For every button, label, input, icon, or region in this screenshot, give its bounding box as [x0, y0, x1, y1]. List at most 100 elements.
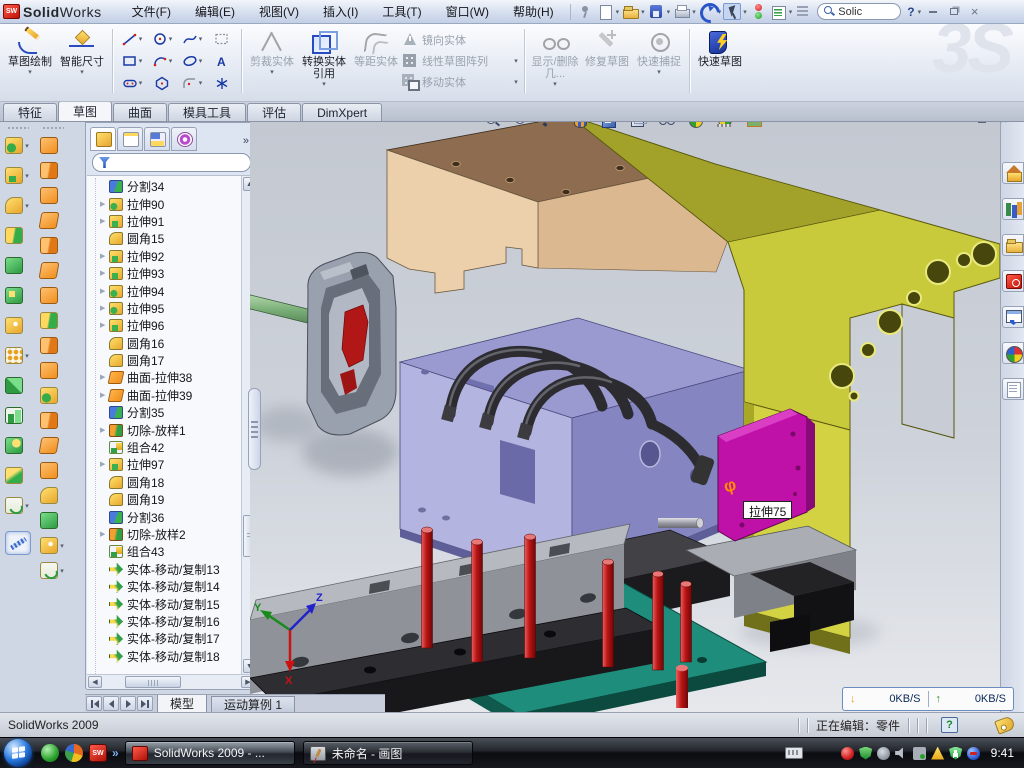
keyboard-layout-icon[interactable]: [785, 747, 803, 759]
draft-icon[interactable]: ▾: [5, 287, 31, 304]
quick-launch-messenger-icon[interactable]: [41, 744, 59, 762]
propertymanager-tab[interactable]: [117, 127, 143, 151]
configurationmanager-tab[interactable]: [144, 127, 170, 151]
polygon-tool-button[interactable]: [147, 72, 177, 94]
menu-item[interactable]: 工具(T): [370, 0, 433, 23]
tree-item[interactable]: ▶ 曲面-拉伸39: [100, 387, 241, 404]
security-shield-tray-icon[interactable]: [859, 747, 872, 760]
featuremanager-tab[interactable]: [90, 127, 116, 151]
taskbar-solidworks-button[interactable]: SolidWorks 2009 - ...: [125, 741, 295, 765]
tab-surfaces[interactable]: 曲面: [113, 103, 167, 121]
mirror-entities-button[interactable]: 镜向实体 ▾: [402, 29, 520, 50]
tree-item[interactable]: ▶ 实体-移动/复制16: [100, 613, 241, 630]
sketch-fillet-tool-button[interactable]: ▾: [177, 72, 207, 94]
measure-tool-button-pressed[interactable]: [5, 531, 31, 555]
tree-item[interactable]: ▶ 分割34: [100, 178, 241, 195]
smart-dimension-button[interactable]: 智能尺寸 ▾: [56, 27, 108, 77]
tree-item[interactable]: ▶ 圆角18: [100, 474, 241, 491]
repair-sketch-button[interactable]: 修复草图 ▾: [581, 27, 633, 77]
swept-surface-icon[interactable]: ▾: [40, 187, 66, 204]
new-document-button[interactable]: [596, 3, 614, 20]
select-tool-button[interactable]: [723, 3, 741, 20]
help-button[interactable]: ?: [905, 5, 916, 19]
rebuild-button[interactable]: [749, 3, 767, 20]
expander-icon[interactable]: ▶: [100, 461, 109, 468]
circle-tool-button[interactable]: ▾: [147, 28, 177, 50]
tree-item[interactable]: ▶ 拉伸94: [100, 282, 241, 299]
print-button[interactable]: [672, 3, 690, 20]
more-options-icon[interactable]: [794, 3, 812, 20]
tree-item[interactable]: ▶ 拉伸93: [100, 265, 241, 282]
selection-box-tool-button[interactable]: [207, 28, 237, 50]
previous-tab-button[interactable]: [103, 696, 119, 711]
solidworks-resources-icon[interactable]: [1002, 162, 1024, 184]
sync-tray-icon[interactable]: [967, 747, 980, 760]
tab-evaluate[interactable]: 评估: [247, 103, 301, 121]
swept-boss-icon[interactable]: ▾: [5, 227, 31, 244]
tree-item[interactable]: ▶ 分割35: [100, 404, 241, 421]
sketch-text-tool-button[interactable]: A: [207, 50, 237, 72]
linear-pattern-icon[interactable]: ▾: [5, 347, 31, 364]
trim-surface-icon[interactable]: ▾: [40, 437, 66, 454]
ruled-surface-icon[interactable]: ▾: [40, 337, 66, 354]
network-speed-widget[interactable]: ↓ 0KB/S ↑ 0KB/S: [842, 687, 1014, 711]
menu-item[interactable]: 文件(F): [120, 0, 183, 23]
tree-item[interactable]: ▶ 实体-移动/复制13: [100, 561, 241, 578]
pin-toolbar-icon[interactable]: [576, 3, 594, 20]
tree-item[interactable]: ▶ 拉伸96: [100, 317, 241, 334]
update-tray-icon[interactable]: [877, 747, 890, 760]
app-minimize-button[interactable]: [923, 4, 942, 19]
options-list-button[interactable]: [769, 3, 787, 20]
revolved-surface-icon[interactable]: ▾: [40, 162, 66, 179]
taskbar-paint-button[interactable]: 未命名 - 画图: [303, 741, 473, 765]
mirror-feature-icon[interactable]: ▾: [5, 377, 31, 394]
untrim-surface-icon[interactable]: ▾: [40, 462, 66, 479]
search-box[interactable]: Solic: [817, 3, 901, 20]
shell-icon[interactable]: ▾: [5, 257, 31, 274]
expander-icon[interactable]: ▶: [100, 270, 109, 277]
ellipse-tool-button[interactable]: ▾: [177, 50, 207, 72]
tree-item[interactable]: ▶ 组合42: [100, 439, 241, 456]
thicken-icon[interactable]: ▾: [40, 512, 66, 529]
flex-icon[interactable]: ▾: [5, 497, 31, 514]
display-delete-relations-button[interactable]: 显示/删除几... ▾: [529, 27, 581, 89]
extruded-boss-icon[interactable]: ▾: [5, 137, 31, 154]
model-tab[interactable]: 模型: [157, 695, 207, 713]
volume-tray-icon[interactable]: [895, 747, 908, 760]
open-document-button[interactable]: [621, 3, 639, 20]
fillet-icon[interactable]: ▾: [5, 197, 31, 214]
rib-icon[interactable]: ▾: [5, 407, 31, 424]
offset-surface-icon[interactable]: ▾: [40, 312, 66, 329]
last-tab-button[interactable]: [137, 696, 153, 711]
menu-item[interactable]: 编辑(E): [183, 0, 247, 23]
tab-mold-tools[interactable]: 模具工具: [168, 103, 246, 121]
expander-icon[interactable]: ▶: [100, 322, 109, 329]
nozzle-clamp-section[interactable]: [307, 252, 396, 435]
design-library-icon[interactable]: [1002, 198, 1024, 220]
tree-item[interactable]: ▶ 曲面-拉伸38: [100, 369, 241, 386]
tree-item[interactable]: ▶ 拉伸91: [100, 213, 241, 230]
menu-item[interactable]: 帮助(H): [501, 0, 566, 23]
tab-sketch[interactable]: 草图: [58, 101, 112, 121]
tree-item[interactable]: ▶ 圆角15: [100, 230, 241, 247]
extend-surface-icon[interactable]: ▾: [40, 412, 66, 429]
app-close-button[interactable]: ×: [965, 4, 984, 19]
expander-icon[interactable]: ▶: [100, 253, 109, 260]
trim-entities-button[interactable]: 剪裁实体 ▾: [246, 27, 298, 77]
tree-item[interactable]: ▶ 组合43: [100, 543, 241, 560]
spline-tool-button[interactable]: ▾: [177, 28, 207, 50]
status-help-icon[interactable]: ?: [941, 717, 958, 733]
tree-horizontal-scrollbar[interactable]: ◀ ▶: [87, 674, 256, 689]
expander-icon[interactable]: ▶: [100, 288, 109, 295]
menu-item[interactable]: 插入(I): [311, 0, 370, 23]
graphics-viewport[interactable]: Y Z X ▾ ▾: [250, 122, 1000, 712]
panel-splitter-handle[interactable]: [248, 388, 261, 470]
expander-icon[interactable]: ▶: [100, 201, 109, 208]
tree-item[interactable]: ▶ 圆角19: [100, 491, 241, 508]
knit-surface-icon[interactable]: ▾: [40, 487, 66, 504]
wireless-warning-tray-icon[interactable]: [931, 747, 944, 760]
move-entities-button[interactable]: 移动实体 ▾: [402, 71, 520, 92]
rapid-sketch-button[interactable]: 快速草图 ▾: [694, 27, 746, 77]
tree-item[interactable]: ▶ 圆角17: [100, 352, 241, 369]
scrollbar-thumb[interactable]: [125, 676, 181, 688]
